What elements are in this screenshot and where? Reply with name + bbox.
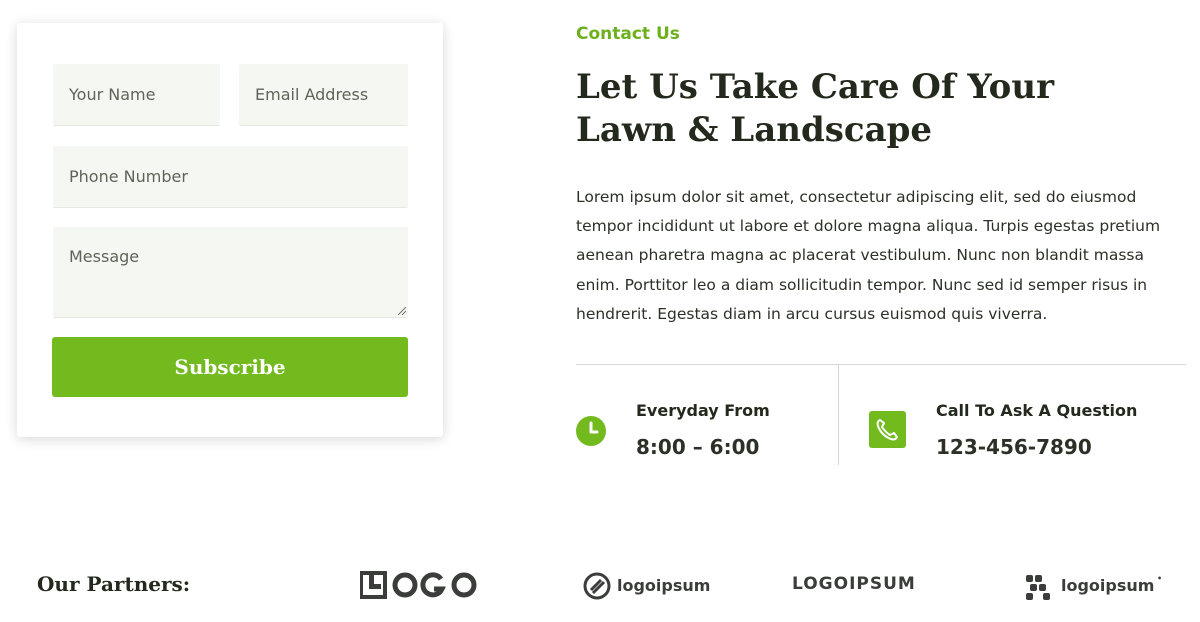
headline-line-2: Lawn & Landscape — [576, 110, 933, 150]
phone-input[interactable]: Phone Number — [53, 146, 408, 208]
partner-logo-2-text: logoipsum — [617, 576, 711, 595]
partner-logo-3[interactable]: LOGOIPSUM — [792, 574, 947, 598]
info-divider-horizontal — [576, 364, 1186, 365]
logo-circle-icon — [583, 572, 611, 600]
subscribe-button[interactable]: Subscribe — [52, 337, 408, 397]
name-placeholder: Your Name — [69, 85, 156, 104]
email-placeholder: Email Address — [255, 85, 369, 104]
intro-paragraph: Lorem ipsum dolor sit amet, consectetur … — [576, 188, 1161, 323]
headline-line-1: Let Us Take Care Of Your — [576, 67, 1054, 107]
email-input[interactable]: Email Address — [239, 64, 408, 126]
message-textarea[interactable]: Message — [53, 227, 408, 318]
clock-icon — [576, 416, 606, 446]
page-title: Let Us Take Care Of Your Lawn & Landscap… — [576, 66, 1096, 152]
partner-logo-4[interactable]: logoipsum • — [1024, 572, 1164, 602]
hours-title: Everyday From — [636, 401, 770, 420]
partner-logo-1[interactable] — [359, 571, 478, 601]
partner-logo-2[interactable]: logoipsum — [583, 572, 711, 602]
hours-value: 8:00 – 6:00 — [636, 435, 760, 459]
partner-logo-4-text: logoipsum — [1061, 576, 1155, 595]
registered-mark: • — [1157, 574, 1163, 583]
logo-wordmark-icon: LOGOIPSUM — [792, 574, 916, 594]
call-title: Call To Ask A Question — [936, 401, 1138, 420]
phone-icon[interactable] — [869, 411, 906, 448]
name-input[interactable]: Your Name — [53, 64, 220, 126]
section-eyebrow: Contact Us — [576, 24, 680, 44]
phone-placeholder: Phone Number — [69, 167, 188, 186]
resize-handle-icon[interactable] — [398, 307, 406, 315]
logo-blocks-icon — [359, 571, 477, 599]
partners-label: Our Partners: — [37, 572, 191, 596]
info-divider-vertical — [838, 365, 839, 465]
message-placeholder: Message — [69, 247, 140, 266]
phone-number[interactable]: 123-456-7890 — [936, 435, 1092, 459]
logo-dots-icon — [1026, 575, 1050, 600]
